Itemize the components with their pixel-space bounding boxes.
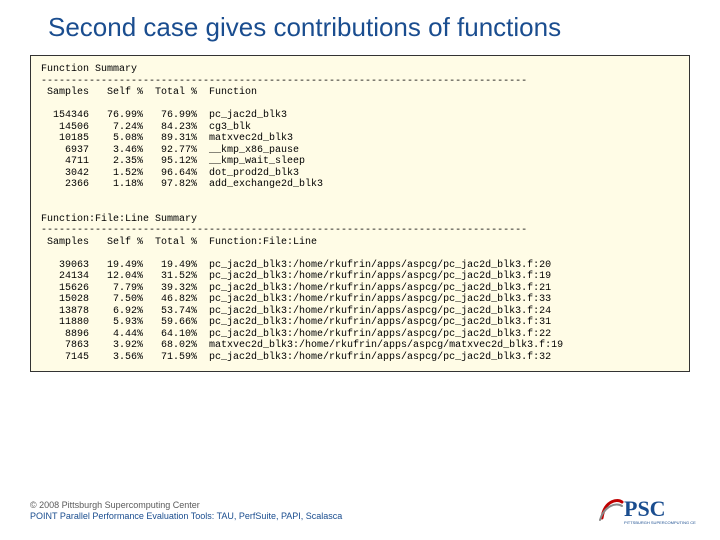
- section2-row: 15028 7.50% 46.82% pc_jac2d_blk3:/home/r…: [41, 294, 551, 305]
- section1-rule: ----------------------------------------…: [41, 76, 527, 87]
- section2-row: 13878 6.92% 53.74% pc_jac2d_blk3:/home/r…: [41, 306, 551, 317]
- section1-row: 2366 1.18% 97.82% add_exchange2d_blk3: [41, 179, 323, 190]
- section2-header: Samples Self % Total % Function:File:Lin…: [41, 237, 317, 248]
- section2-row: 24134 12.04% 31.52% pc_jac2d_blk3:/home/…: [41, 271, 551, 282]
- section2-row: 7145 3.56% 71.59% pc_jac2d_blk3:/home/rk…: [41, 352, 551, 363]
- section1-row: 6937 3.46% 92.77% __kmp_x86_pause: [41, 145, 299, 156]
- section2-row: 7863 3.92% 68.02% matxvec2d_blk3:/home/r…: [41, 340, 563, 351]
- section2-rule: ----------------------------------------…: [41, 225, 527, 236]
- slide-title: Second case gives contributions of funct…: [0, 0, 720, 51]
- footer-subtitle: POINT Parallel Performance Evaluation To…: [30, 511, 690, 522]
- section2-row: 39063 19.49% 19.49% pc_jac2d_blk3:/home/…: [41, 260, 551, 271]
- section1-row: 3042 1.52% 96.64% dot_prod2d_blk3: [41, 168, 299, 179]
- footer: © 2008 Pittsburgh Supercomputing Center …: [30, 500, 690, 522]
- code-box: Function Summary -----------------------…: [30, 55, 690, 372]
- section2-title: Function:File:Line Summary: [41, 214, 197, 225]
- section1-row: 4711 2.35% 95.12% __kmp_wait_sleep: [41, 156, 305, 167]
- section2-row: 8896 4.44% 64.10% pc_jac2d_blk3:/home/rk…: [41, 329, 551, 340]
- svg-text:PITTSBURGH SUPERCOMPUTING CENT: PITTSBURGH SUPERCOMPUTING CENTER: [624, 520, 696, 525]
- section1-row: 10185 5.08% 89.31% matxvec2d_blk3: [41, 133, 293, 144]
- section1-row: 154346 76.99% 76.99% pc_jac2d_blk3: [41, 110, 287, 121]
- psc-logo: PSC PITTSBURGH SUPERCOMPUTING CENTER: [596, 492, 696, 526]
- section1-row: 14506 7.24% 84.23% cg3_blk: [41, 122, 251, 133]
- copyright: © 2008 Pittsburgh Supercomputing Center: [30, 500, 690, 511]
- section2-row: 15626 7.79% 39.32% pc_jac2d_blk3:/home/r…: [41, 283, 551, 294]
- section1-header: Samples Self % Total % Function: [41, 87, 257, 98]
- section2-row: 11880 5.93% 59.66% pc_jac2d_blk3:/home/r…: [41, 317, 551, 328]
- svg-text:PSC: PSC: [624, 496, 666, 521]
- section1-title: Function Summary: [41, 64, 137, 75]
